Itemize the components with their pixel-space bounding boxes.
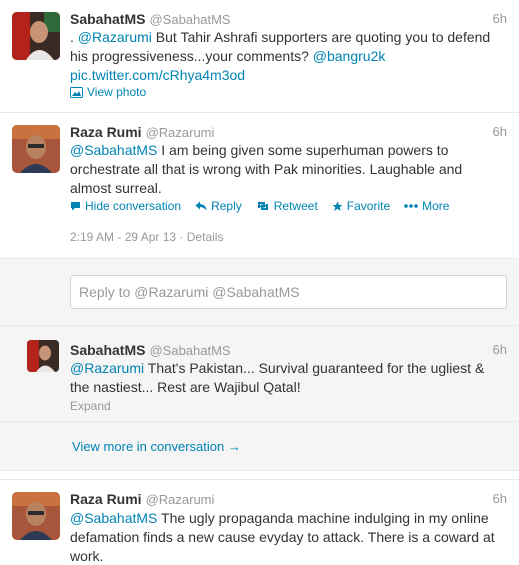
tweet-header: SabahatMS @SabahatMS	[70, 10, 231, 28]
tweet-sabahat-reply[interactable]: SabahatMS @SabahatMS 6h @Razarumi That's …	[0, 326, 519, 422]
tweet-text: @SabahatMS I am being given some superhu…	[70, 141, 462, 198]
text-line: almost surreal.	[70, 180, 162, 196]
username[interactable]: @Razarumi	[146, 125, 215, 140]
avatar-image	[12, 12, 60, 60]
timestamp-link[interactable]: 2:19 AM - 29 Apr 13	[70, 230, 176, 244]
speech-bubble-icon	[71, 202, 80, 211]
retweet-label: Retweet	[273, 199, 318, 213]
view-more-row: View more in conversation →	[0, 422, 519, 471]
tweet-text: @Razarumi That's Pakistan... Survival gu…	[70, 359, 484, 397]
tweet-time[interactable]: 6h	[493, 10, 507, 28]
view-photo-label: View photo	[87, 85, 147, 99]
mention-razarumi[interactable]: @Razarumi	[70, 360, 144, 376]
avatar[interactable]	[12, 125, 60, 173]
tweet-raza-2[interactable]: Raza Rumi @Razarumi 6h @SabahatMS The ugl…	[0, 479, 519, 565]
text-segment: But Tahir Ashrafi supporters are quoting…	[151, 29, 491, 45]
text-line: work.	[70, 548, 104, 564]
tweet-time[interactable]: 6h	[493, 123, 507, 141]
more-button[interactable]: More	[404, 198, 449, 214]
star-icon	[332, 201, 343, 211]
display-name[interactable]: SabahatMS	[70, 342, 145, 358]
view-more-link[interactable]: View more in conversation →	[72, 439, 241, 455]
mention-bangru2k[interactable]: @bangru2k	[313, 48, 386, 64]
text-segment: .	[70, 29, 78, 45]
text-line: defamation finds a new cause evyday to a…	[70, 529, 495, 545]
avatar[interactable]	[12, 12, 60, 60]
text-segment: That's Pakistan... Survival guaranteed f…	[144, 360, 485, 376]
tweet-text: . @Razarumi But Tahir Ashrafi supporters…	[70, 28, 490, 85]
view-photo-link[interactable]: View photo	[70, 84, 146, 100]
reply-label: Reply	[211, 199, 242, 213]
tweet-actions: Hide conversation Reply Retweet Favorite…	[70, 198, 463, 214]
tweet-text: @SabahatMS The ugly propaganda machine i…	[70, 509, 495, 565]
ellipsis-icon	[404, 204, 418, 208]
avatar[interactable]	[12, 492, 60, 540]
tweet-time[interactable]: 6h	[493, 490, 507, 508]
tweet-raza-expanded[interactable]: Raza Rumi @Razarumi 6h @SabahatMS I am be…	[0, 113, 519, 259]
reply-input[interactable]: Reply to @Razarumi @SabahatMS	[70, 275, 507, 309]
tweet-header: Raza Rumi @Razarumi	[70, 123, 214, 141]
avatar-image	[12, 492, 60, 540]
avatar-image	[27, 340, 59, 372]
mention-razarumi[interactable]: @Razarumi	[78, 29, 152, 45]
text-segment: The ugly propaganda machine indulging in…	[157, 510, 489, 526]
reply-area: Reply to @Razarumi @SabahatMS	[0, 259, 519, 326]
hide-conversation-button[interactable]: Hide conversation	[70, 198, 181, 214]
text-segment: his progressiveness...your comments?	[70, 48, 313, 64]
tweet-time[interactable]: 6h	[493, 341, 507, 359]
display-name[interactable]: Raza Rumi	[70, 491, 142, 507]
hide-conversation-label: Hide conversation	[85, 199, 182, 213]
details-link[interactable]: Details	[187, 230, 224, 244]
text-line: orchestrate all that is wrong with Pak m…	[70, 161, 463, 177]
favorite-button[interactable]: Favorite	[332, 198, 390, 214]
more-label: More	[422, 199, 450, 213]
expand-link[interactable]: Expand	[70, 398, 111, 414]
reply-icon	[195, 201, 207, 211]
photo-icon	[70, 86, 83, 98]
mention-sabahatms[interactable]: @SabahatMS	[70, 510, 157, 526]
tweet-sabahat-1[interactable]: SabahatMS @SabahatMS 6h . @Razarumi But T…	[0, 0, 519, 113]
username[interactable]: @SabahatMS	[149, 343, 230, 358]
retweet-icon	[257, 202, 268, 210]
avatar[interactable]	[27, 340, 59, 372]
mention-sabahatms[interactable]: @SabahatMS	[70, 142, 157, 158]
reply-button[interactable]: Reply	[195, 198, 242, 214]
username[interactable]: @SabahatMS	[149, 12, 230, 27]
text-line: the nastiest... Rest are Wajibul Qatal!	[70, 379, 301, 395]
username[interactable]: @Razarumi	[146, 492, 215, 507]
text-segment: I am being given some superhuman powers …	[157, 142, 449, 158]
display-name[interactable]: SabahatMS	[70, 11, 145, 27]
display-name[interactable]: Raza Rumi	[70, 124, 142, 140]
tweet-timestamp-row: 2:19 AM - 29 Apr 13 · Details	[70, 229, 223, 245]
tweet-header: SabahatMS @SabahatMS	[70, 341, 231, 359]
retweet-button[interactable]: Retweet	[256, 198, 318, 214]
avatar-image	[12, 125, 60, 173]
tweet-header: Raza Rumi @Razarumi	[70, 490, 214, 508]
favorite-label: Favorite	[346, 199, 391, 213]
separator: ·	[179, 230, 184, 244]
reply-placeholder: Reply to @Razarumi @SabahatMS	[79, 284, 300, 300]
pic-link[interactable]: pic.twitter.com/cRhya4m3od	[70, 67, 245, 83]
